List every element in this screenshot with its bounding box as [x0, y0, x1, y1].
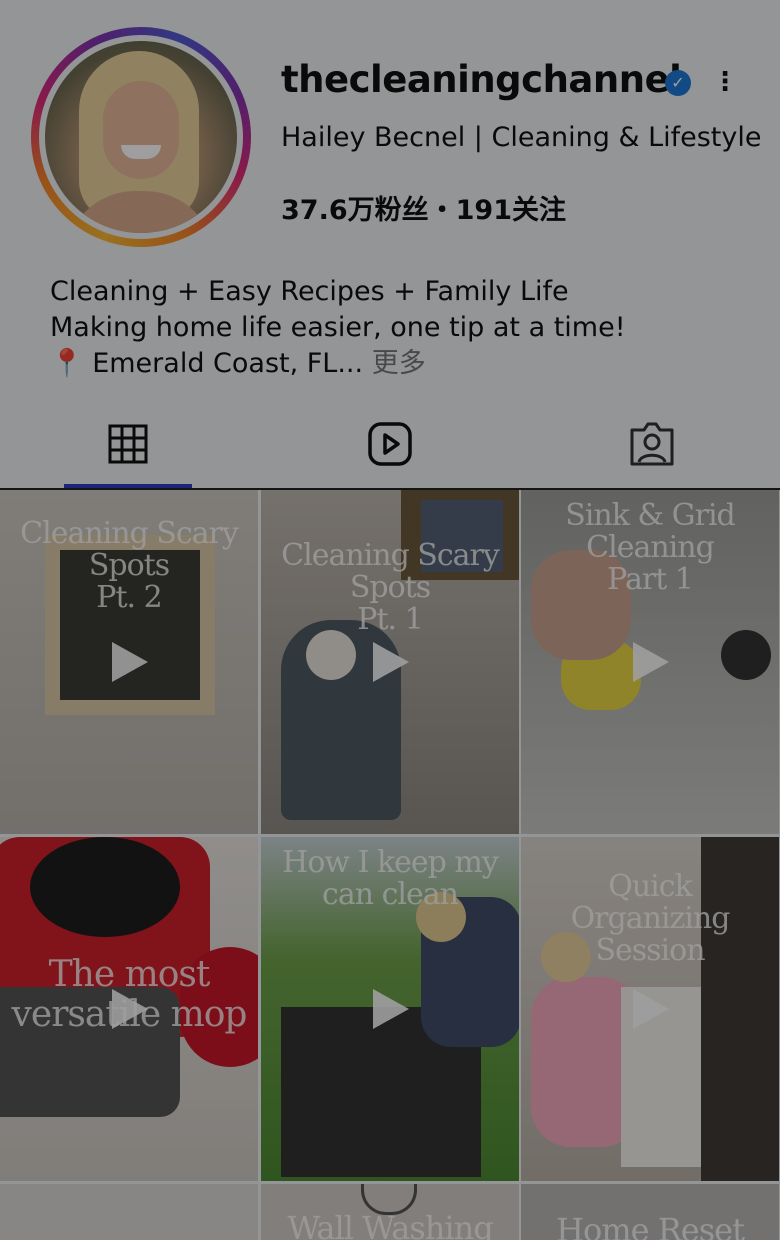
- play-icon: [112, 642, 148, 682]
- more-options-icon[interactable]: ⋮: [712, 64, 738, 100]
- play-icon: [373, 642, 409, 682]
- verified-badge-icon: ✓: [665, 70, 691, 96]
- bio-location: 📍 Emerald Coast, FL...: [50, 348, 364, 379]
- post-tile[interactable]: The most versatile mop: [0, 837, 258, 1181]
- post-tile[interactable]: Sink & Grid Cleaning Part 1: [521, 490, 779, 834]
- tab-reels[interactable]: [362, 416, 418, 472]
- username: thecleaningchannel: [281, 58, 682, 101]
- post-grid: Cleaning Scary Spots Pt. 2 Cleaning Scar…: [0, 490, 780, 1240]
- post-caption: How I keep my can clean: [282, 845, 499, 912]
- bio: Cleaning + Easy Recipes + Family Life Ma…: [50, 274, 626, 382]
- more-link[interactable]: 更多: [372, 348, 426, 379]
- tagged-icon: [630, 422, 674, 466]
- post-caption: Sink & Grid Cleaning Part 1: [565, 498, 736, 597]
- tab-posts-grid[interactable]: [100, 416, 156, 472]
- post-caption: Cleaning Scary Spots Pt. 1: [281, 538, 500, 637]
- post-tile[interactable]: Quick Organizing Session: [521, 837, 779, 1181]
- full-name: Hailey Becnel | Cleaning & Lifestyle: [281, 122, 762, 153]
- post-caption: Cleaning Scary Spots Pt. 2: [20, 516, 239, 615]
- post-tile[interactable]: Cleaning Scary Spots Pt. 1: [261, 490, 519, 834]
- story-ring[interactable]: [31, 27, 251, 247]
- play-icon: [633, 989, 669, 1029]
- grid-icon: [108, 424, 148, 464]
- post-caption: Quick Organizing Session: [570, 869, 731, 968]
- play-icon: [112, 989, 148, 1029]
- post-caption: Home Reset: [556, 1211, 745, 1240]
- post-tile[interactable]: Wall Washing: [261, 1184, 519, 1240]
- profile-header: thecleaningchannel ✓ ⋮ Hailey Becnel | C…: [0, 0, 780, 488]
- bio-line: Cleaning + Easy Recipes + Family Life: [50, 276, 569, 307]
- bio-line: Making home life easier, one tip at a ti…: [50, 312, 626, 343]
- post-tile[interactable]: How I keep my can clean: [261, 837, 519, 1181]
- profile-tabs: [0, 402, 780, 488]
- play-icon: [373, 989, 409, 1029]
- tab-tagged[interactable]: [624, 416, 680, 472]
- post-caption: Wall Washing: [287, 1209, 493, 1240]
- avatar[interactable]: [45, 41, 237, 233]
- post-tile[interactable]: Home Reset: [521, 1184, 779, 1240]
- follower-stats[interactable]: 37.6万粉丝・191关注: [281, 188, 566, 227]
- post-tile[interactable]: Cleaning Scary Spots Pt. 2: [0, 490, 258, 834]
- post-tile[interactable]: [0, 1184, 258, 1240]
- play-icon: [633, 642, 669, 682]
- reels-icon: [368, 422, 412, 466]
